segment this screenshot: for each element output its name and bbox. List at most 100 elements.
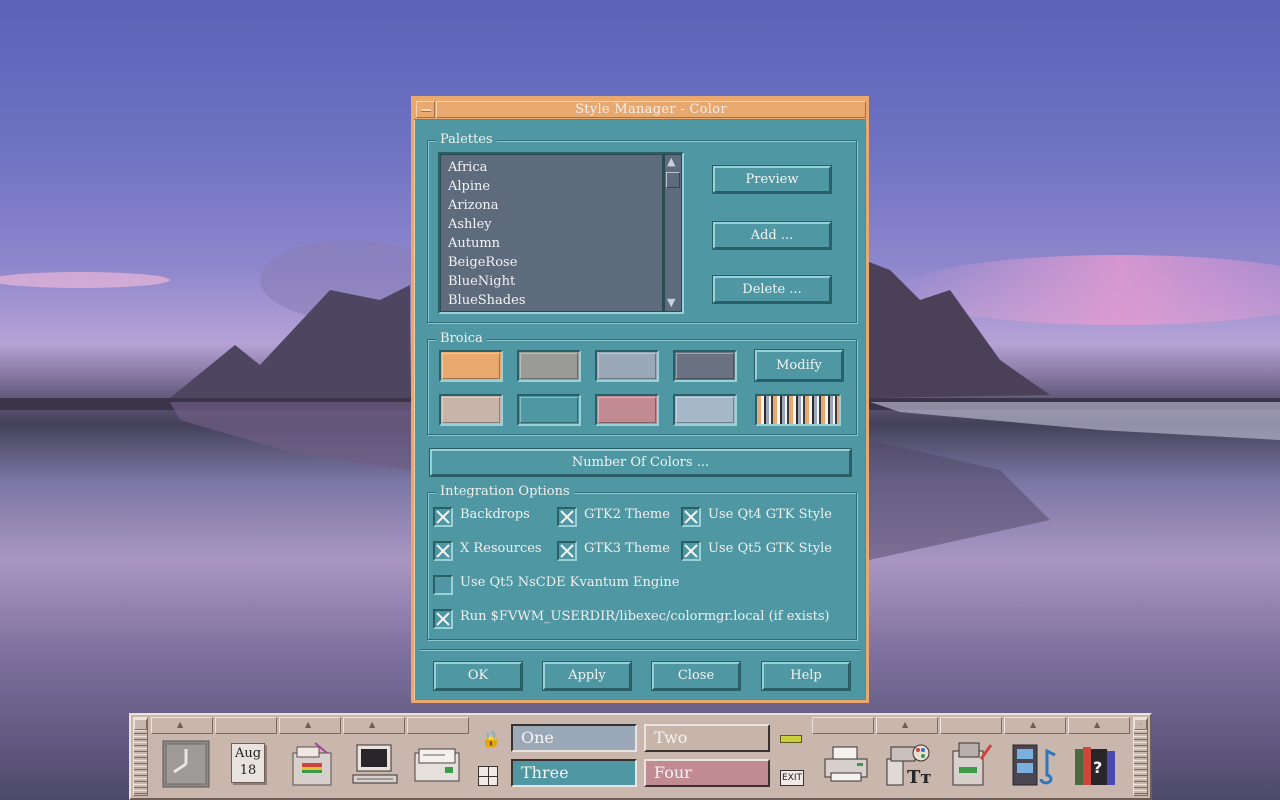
title-bar[interactable]: Style Manager - Color xyxy=(414,99,866,120)
checkbox-2[interactable] xyxy=(557,507,577,527)
subpanel-tab[interactable]: ▲ xyxy=(876,717,938,734)
palette-item[interactable]: BlueNight xyxy=(448,272,662,291)
close-button[interactable]: Close xyxy=(651,661,741,691)
check-mark-icon xyxy=(684,510,698,524)
palette-item[interactable]: Alpine xyxy=(448,177,662,196)
mail-icon[interactable] xyxy=(411,739,463,791)
check-mark-icon xyxy=(560,544,574,558)
modify-button[interactable]: Modify xyxy=(754,349,844,382)
window-menu-button[interactable] xyxy=(416,101,435,118)
color-swatch-2[interactable] xyxy=(517,350,581,382)
ok-button[interactable]: OK xyxy=(433,661,523,691)
clock-icon[interactable] xyxy=(161,739,213,791)
palettes-group: Palettes Africa Alpine Arizona Ashley Au… xyxy=(427,132,857,323)
checkbox-1[interactable] xyxy=(433,507,453,527)
color-swatch-7[interactable] xyxy=(595,394,659,426)
palette-item[interactable]: BlueShades xyxy=(448,291,662,310)
subpanel-tab[interactable]: ▲ xyxy=(151,717,213,734)
help-books-icon[interactable]: ? xyxy=(1069,739,1121,791)
up-arrow-icon: ▲ xyxy=(369,720,376,729)
number-of-colors-button[interactable]: Number Of Colors ... xyxy=(429,448,852,477)
media-player-icon[interactable] xyxy=(1007,739,1059,791)
lock-icon[interactable]: 🔒 xyxy=(481,729,501,748)
palette-item[interactable]: Arizona xyxy=(448,196,662,215)
palette-name-legend: Broica xyxy=(436,331,487,346)
delete-palette-button[interactable]: Delete ... xyxy=(712,275,832,304)
subpanel-tab[interactable] xyxy=(812,717,874,734)
color-swatch-6[interactable] xyxy=(517,394,581,426)
check-mark-icon xyxy=(560,510,574,524)
calendar-day: 18 xyxy=(239,763,257,778)
up-arrow-icon: ▲ xyxy=(305,720,312,729)
color-swatch-4[interactable] xyxy=(673,350,737,382)
check-mark-icon xyxy=(436,544,450,558)
palette-scrollbar[interactable]: ▲ ▼ xyxy=(664,155,681,311)
svg-text:Tт: Tт xyxy=(907,767,932,788)
subpanel-tab[interactable]: ▲ xyxy=(1004,717,1066,734)
front-panel: · ▲ ▲ ▲ Aug 18 🔒 One Two Three Four EXIT… xyxy=(129,713,1152,800)
calendar-icon[interactable]: Aug 18 xyxy=(227,739,279,791)
panel-menu-icon[interactable] xyxy=(134,719,147,730)
editor-icon[interactable] xyxy=(945,739,997,791)
checkbox-label[interactable]: Use Qt5 NsCDE Kvantum Engine xyxy=(460,575,679,590)
add-palette-button[interactable]: Add ... xyxy=(712,221,832,250)
subpanel-tab[interactable]: ▲ xyxy=(1068,717,1130,734)
file-manager-icon[interactable] xyxy=(287,739,339,791)
check-mark-icon xyxy=(684,544,698,558)
color-swatch-3[interactable] xyxy=(595,350,659,382)
broica-group: Broica Modify xyxy=(427,331,857,435)
palette-item[interactable]: Autumn xyxy=(448,234,662,253)
workspace-three-button[interactable]: Three xyxy=(511,759,637,787)
checkbox-label[interactable]: GTK2 Theme xyxy=(584,507,670,522)
preview-button[interactable]: Preview xyxy=(712,165,832,194)
separator xyxy=(420,649,860,650)
palette-item[interactable]: Ashley xyxy=(448,215,662,234)
checkbox-4[interactable] xyxy=(433,541,453,561)
up-arrow-icon: ▲ xyxy=(1030,720,1037,729)
window-menu-icon xyxy=(421,109,431,112)
check-mark-icon xyxy=(436,612,450,626)
subpanel-tab[interactable] xyxy=(215,717,277,734)
checkbox-label[interactable]: GTK3 Theme xyxy=(584,541,670,556)
integration-options-group: Integration Options Backdrops GTK2 Theme U… xyxy=(427,484,857,640)
subpanel-tab[interactable]: ▲ xyxy=(279,717,341,734)
subpanel-tab[interactable]: ▲ xyxy=(343,717,405,734)
palette-list[interactable]: Africa Alpine Arizona Ashley Autumn Beig… xyxy=(438,152,684,314)
up-arrow-icon: ▲ xyxy=(177,720,184,729)
color-swatch-8[interactable] xyxy=(673,394,737,426)
color-strip-swatch[interactable] xyxy=(755,394,841,426)
palette-item[interactable]: Africa xyxy=(448,158,662,177)
exit-button[interactable]: EXIT xyxy=(780,770,804,786)
checkbox-label[interactable]: Use Qt4 GTK Style xyxy=(708,507,832,522)
checkbox-label[interactable]: Backdrops xyxy=(460,507,530,522)
checkbox-5[interactable] xyxy=(557,541,577,561)
checkbox-label[interactable]: Use Qt5 GTK Style xyxy=(708,541,832,556)
scroll-up-arrow-icon[interactable]: ▲ xyxy=(667,156,675,168)
style-manager-icon[interactable]: Tт xyxy=(883,739,935,791)
checkbox-6[interactable] xyxy=(681,541,701,561)
printer-icon[interactable] xyxy=(821,739,873,791)
integration-legend: Integration Options xyxy=(436,484,574,499)
scroll-down-arrow-icon[interactable]: ▼ xyxy=(667,297,675,309)
color-swatch-5[interactable] xyxy=(439,394,503,426)
calendar-month: Aug xyxy=(234,746,262,761)
workspace-two-button[interactable]: Two xyxy=(644,724,770,752)
workspace-one-button[interactable]: One xyxy=(511,724,637,752)
workspace-four-button[interactable]: Four xyxy=(644,759,770,787)
help-button[interactable]: Help xyxy=(761,661,851,691)
apply-button[interactable]: Apply xyxy=(542,661,632,691)
checkbox-8[interactable] xyxy=(433,609,453,629)
palette-item[interactable]: BeigeRose xyxy=(448,253,662,272)
checkbox-label[interactable]: X Resources xyxy=(460,541,542,556)
terminal-icon[interactable] xyxy=(349,739,401,791)
checkbox-label[interactable]: Run $FVWM_USERDIR/libexec/colormgr.local… xyxy=(460,609,830,624)
palette-list-items: Africa Alpine Arizona Ashley Autumn Beig… xyxy=(441,155,662,311)
panel-minimize-icon[interactable]: · xyxy=(1134,719,1147,730)
subpanel-tab[interactable] xyxy=(407,717,469,734)
checkbox-3[interactable] xyxy=(681,507,701,527)
color-swatch-1[interactable] xyxy=(439,350,503,382)
checkbox-7[interactable] xyxy=(433,575,453,595)
window-list-icon[interactable] xyxy=(478,766,498,786)
subpanel-tab[interactable] xyxy=(940,717,1002,734)
scrollbar-thumb[interactable] xyxy=(666,172,680,188)
